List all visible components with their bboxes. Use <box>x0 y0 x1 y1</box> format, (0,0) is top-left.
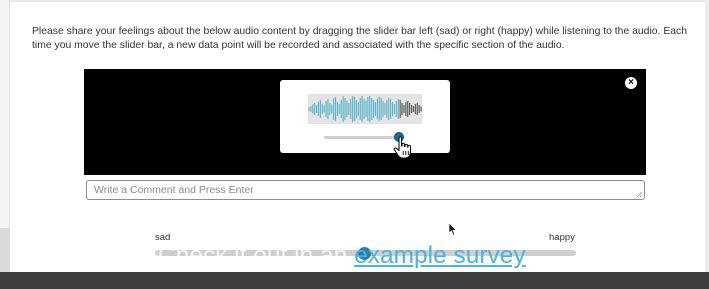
waveform-bar <box>327 99 329 119</box>
waveform-bar <box>310 106 312 112</box>
waveform-bar <box>409 103 411 115</box>
waveform-bar <box>312 104 314 114</box>
waveform-bar <box>378 97 380 121</box>
waveform-bar <box>412 106 415 112</box>
waveform-bar <box>321 104 323 114</box>
waveform-bar <box>391 102 394 116</box>
audio-waveform[interactable] <box>308 94 422 124</box>
happy-label: happy <box>549 232 575 243</box>
promo-overlay: Check it out in an example survey <box>158 241 526 271</box>
waveform-bar <box>395 101 397 117</box>
waveform-graphic <box>308 96 422 122</box>
waveform-bar <box>374 102 377 116</box>
waveform-bar <box>315 105 318 113</box>
example-survey-link[interactable]: example survey <box>354 242 526 269</box>
waveform-bar <box>359 98 361 120</box>
survey-instructions: Please share your feelings about the bel… <box>32 26 688 51</box>
waveform-bar <box>363 99 365 119</box>
waveform-bar <box>308 107 310 111</box>
waveform-bar <box>355 100 358 118</box>
waveform-bar <box>367 97 369 121</box>
waveform-bar <box>401 103 403 115</box>
resize-grip-icon[interactable] <box>636 191 643 198</box>
waveform-bar <box>348 103 350 115</box>
waveform-bar <box>357 102 359 116</box>
comment-input[interactable]: Write a Comment and Press Enter <box>86 180 645 200</box>
hand-cursor-icon <box>393 136 412 159</box>
waveform-bar <box>329 103 331 115</box>
waveform-bar <box>314 103 316 115</box>
waveform-bar <box>371 98 373 120</box>
waveform-bar <box>420 106 422 112</box>
waveform-bar <box>407 101 409 117</box>
waveform-bar <box>372 100 375 118</box>
waveform-bar <box>344 98 346 120</box>
top-border <box>0 0 709 2</box>
waveform-bar <box>338 104 340 114</box>
waveform-bar <box>317 102 320 116</box>
waveform-bar <box>346 101 348 117</box>
waveform-bar <box>390 99 392 119</box>
audio-player[interactable]: × <box>84 69 646 175</box>
waveform-bar <box>410 105 413 113</box>
close-icon[interactable]: × <box>625 77 637 89</box>
waveform-bar <box>388 98 390 120</box>
waveform-bar <box>350 99 352 119</box>
waveform-bar <box>334 97 337 121</box>
right-frame <box>705 0 709 289</box>
audio-player-card <box>280 80 450 159</box>
promo-text: Check it out in an <box>158 242 355 269</box>
waveform-bar <box>336 102 339 116</box>
bottom-left-frame <box>0 228 10 272</box>
waveform-bar <box>365 101 367 117</box>
waveform-bar <box>403 105 405 113</box>
waveform-bar <box>323 105 325 113</box>
waveform-bar <box>342 96 344 122</box>
waveform-bar <box>386 100 388 118</box>
waveform-bar <box>414 104 416 114</box>
waveform-bar <box>384 103 386 115</box>
waveform-bar <box>418 105 420 113</box>
waveform-bar <box>331 104 333 114</box>
waveform-bar <box>333 98 335 120</box>
waveform-bar <box>352 96 354 122</box>
waveform-bar <box>376 99 378 119</box>
waveform-bar <box>399 100 401 118</box>
waveform-bar <box>405 102 407 116</box>
waveform-bar <box>361 96 363 122</box>
waveform-bar <box>393 104 396 114</box>
bottom-bar <box>0 272 709 289</box>
waveform-bar <box>369 96 371 122</box>
waveform-bar <box>325 101 327 117</box>
waveform-bar <box>382 101 384 117</box>
waveform-bar <box>340 100 342 118</box>
waveform-bar <box>380 98 382 120</box>
waveform-bar <box>319 100 321 118</box>
waveform-bar <box>416 103 418 115</box>
waveform-bar <box>397 99 399 119</box>
arrow-cursor-icon <box>448 222 458 236</box>
waveform-bar <box>353 97 356 121</box>
comment-placeholder: Write a Comment and Press Enter <box>94 184 254 196</box>
